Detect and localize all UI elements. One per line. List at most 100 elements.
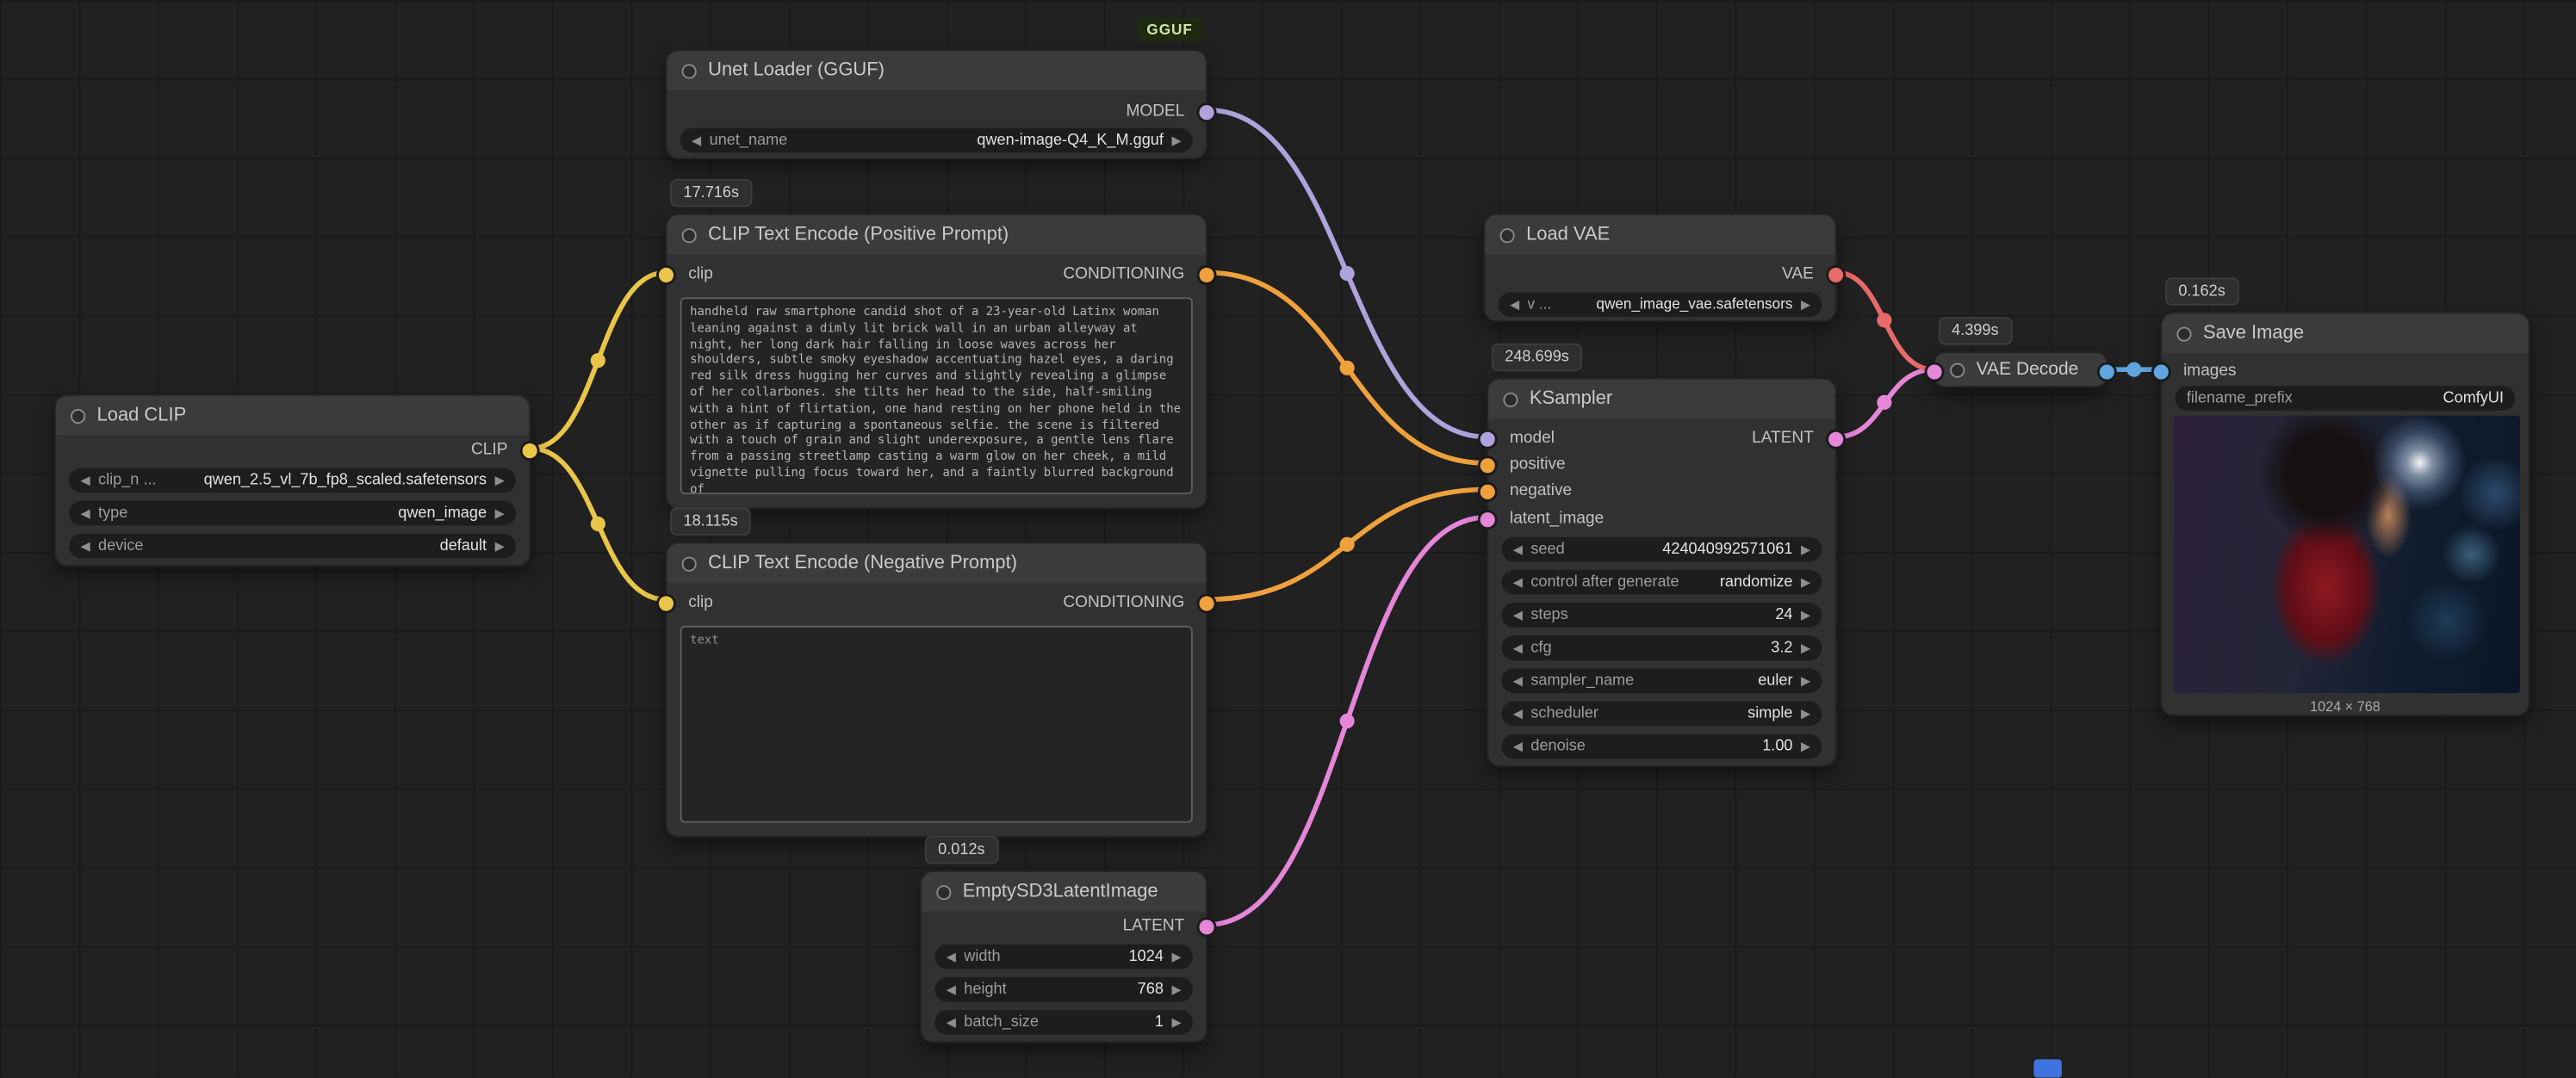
output-image-preview[interactable] bbox=[2174, 416, 2520, 693]
widget-scheduler[interactable]: ◀ scheduler simple ▶ bbox=[1501, 701, 1822, 726]
node-graph-canvas[interactable]: Load CLIP CLIP ◀ clip_n ... qwen_2.5_vl_… bbox=[0, 0, 2576, 1078]
prev-arrow-icon[interactable]: ◀ bbox=[80, 505, 90, 520]
execution-time-badge: 4.399s bbox=[1939, 317, 2012, 344]
negative-prompt-textarea[interactable]: text bbox=[680, 626, 1193, 823]
collapse-dot-icon[interactable] bbox=[71, 408, 85, 423]
next-arrow-icon[interactable]: ▶ bbox=[1801, 607, 1810, 622]
widget-denoise[interactable]: ◀ denoise 1.00 ▶ bbox=[1501, 734, 1822, 759]
collapse-dot-icon[interactable] bbox=[682, 556, 697, 571]
widget-width[interactable]: ◀ width 1024 ▶ bbox=[934, 944, 1192, 969]
node-ksampler[interactable]: 248.699s KSampler model LATENT positive … bbox=[1487, 378, 1836, 767]
widget-unet-name[interactable]: ◀ unet_name qwen-image-Q4_K_M.gguf ▶ bbox=[680, 127, 1193, 152]
next-arrow-icon[interactable]: ▶ bbox=[1171, 982, 1181, 996]
output-slot-label: CONDITIONING bbox=[1063, 265, 1184, 283]
prev-arrow-icon[interactable]: ◀ bbox=[1513, 574, 1523, 589]
input-slot-clip[interactable] bbox=[659, 595, 673, 610]
positive-prompt-textarea[interactable]: handheld raw smartphone candid shot of a… bbox=[680, 297, 1193, 494]
node-load-vae[interactable]: Load VAE VAE ◀ v ... qwen_image_vae.safe… bbox=[1483, 214, 1836, 322]
node-empty-sd3-latent-image[interactable]: 0.012s EmptySD3LatentImage LATENT ◀ widt… bbox=[920, 870, 1207, 1043]
widget-device[interactable]: ◀ device default ▶ bbox=[69, 533, 516, 558]
output-slot-conditioning[interactable] bbox=[1199, 267, 1214, 282]
prev-arrow-icon[interactable]: ◀ bbox=[1513, 607, 1523, 622]
prev-arrow-icon[interactable]: ◀ bbox=[692, 133, 701, 147]
output-slot-vae[interactable] bbox=[1828, 267, 1843, 282]
widget-cfg[interactable]: ◀ cfg 3.2 ▶ bbox=[1501, 635, 1822, 660]
prev-arrow-icon[interactable]: ◀ bbox=[1513, 542, 1523, 556]
widget-control-after-generate[interactable]: ◀ control after generate randomize ▶ bbox=[1501, 569, 1822, 594]
prev-arrow-icon[interactable]: ◀ bbox=[947, 1014, 956, 1029]
output-slot-model[interactable] bbox=[1199, 104, 1214, 119]
prev-arrow-icon[interactable]: ◀ bbox=[1513, 672, 1523, 687]
node-titlebar[interactable]: CLIP Text Encode (Positive Prompt) bbox=[667, 215, 1206, 255]
prev-arrow-icon[interactable]: ◀ bbox=[80, 472, 90, 486]
collapse-dot-icon[interactable] bbox=[1500, 227, 1515, 242]
next-arrow-icon[interactable]: ▶ bbox=[1801, 672, 1810, 687]
output-slot-latent[interactable] bbox=[1199, 919, 1214, 933]
node-titlebar[interactable]: Load CLIP bbox=[56, 396, 529, 436]
prev-arrow-icon[interactable]: ◀ bbox=[947, 949, 956, 963]
collapse-dot-icon[interactable] bbox=[682, 63, 697, 77]
node-titlebar[interactable]: EmptySD3LatentImage bbox=[922, 872, 1206, 912]
next-arrow-icon[interactable]: ▶ bbox=[1801, 705, 1810, 720]
input-slot-model[interactable] bbox=[1480, 431, 1495, 446]
input-slot-negative[interactable] bbox=[1480, 484, 1495, 499]
widget-label: type bbox=[98, 504, 127, 522]
widget-clip-name[interactable]: ◀ clip_n ... qwen_2.5_vl_7b_fp8_scaled.s… bbox=[69, 468, 516, 493]
node-title: Save Image bbox=[2203, 324, 2304, 344]
input-slot-images[interactable] bbox=[2154, 364, 2169, 379]
widget-vae-name[interactable]: ◀ v ... qwen_image_vae.safetensors ▶ bbox=[1499, 292, 1822, 317]
prev-arrow-icon[interactable]: ◀ bbox=[947, 982, 956, 996]
prev-arrow-icon[interactable]: ◀ bbox=[1513, 705, 1523, 720]
next-arrow-icon[interactable]: ▶ bbox=[1801, 542, 1810, 556]
execution-time-badge: 18.115s bbox=[670, 507, 751, 535]
collapse-dot-icon[interactable] bbox=[1950, 362, 1965, 377]
collapse-dot-icon[interactable] bbox=[1503, 392, 1518, 406]
output-slot-conditioning[interactable] bbox=[1199, 595, 1214, 610]
next-arrow-icon[interactable]: ▶ bbox=[495, 472, 505, 486]
next-arrow-icon[interactable]: ▶ bbox=[1171, 133, 1181, 147]
collapse-dot-icon[interactable] bbox=[2176, 326, 2191, 341]
node-clip-text-encode-positive[interactable]: 17.716s CLIP Text Encode (Positive Promp… bbox=[666, 214, 1207, 509]
node-titlebar[interactable]: Load VAE bbox=[1485, 215, 1834, 255]
widget-steps[interactable]: ◀ steps 24 ▶ bbox=[1501, 602, 1822, 627]
input-slot-clip[interactable] bbox=[659, 267, 673, 282]
next-arrow-icon[interactable]: ▶ bbox=[1801, 738, 1810, 753]
widget-filename-prefix[interactable]: filename_prefix ComfyUI bbox=[2176, 385, 2516, 410]
next-arrow-icon[interactable]: ▶ bbox=[1801, 296, 1810, 311]
node-titlebar[interactable]: Save Image bbox=[2162, 313, 2528, 353]
node-save-image[interactable]: 0.162s Save Image images filename_prefix… bbox=[2160, 312, 2529, 716]
next-arrow-icon[interactable]: ▶ bbox=[495, 538, 505, 553]
widget-label: cfg bbox=[1530, 638, 1551, 656]
next-arrow-icon[interactable]: ▶ bbox=[1801, 640, 1810, 654]
widget-seed[interactable]: ◀ seed 424040992571061 ▶ bbox=[1501, 536, 1822, 561]
input-slot-label: clip bbox=[688, 594, 713, 612]
collapsed-input-slot[interactable] bbox=[1927, 364, 1941, 379]
node-titlebar[interactable]: CLIP Text Encode (Negative Prompt) bbox=[667, 543, 1206, 583]
next-arrow-icon[interactable]: ▶ bbox=[1171, 949, 1181, 963]
input-slot-positive[interactable] bbox=[1480, 457, 1495, 472]
prev-arrow-icon[interactable]: ◀ bbox=[1513, 738, 1523, 753]
collapse-dot-icon[interactable] bbox=[682, 227, 697, 242]
input-slot-latent-image[interactable] bbox=[1480, 511, 1495, 526]
next-arrow-icon[interactable]: ▶ bbox=[1801, 574, 1810, 589]
widget-type[interactable]: ◀ type qwen_image ▶ bbox=[69, 500, 516, 525]
prev-arrow-icon[interactable]: ◀ bbox=[80, 538, 90, 553]
next-arrow-icon[interactable]: ▶ bbox=[495, 505, 505, 520]
output-slot-image[interactable] bbox=[2100, 364, 2114, 379]
output-slot-clip[interactable] bbox=[523, 443, 537, 457]
node-load-clip[interactable]: Load CLIP CLIP ◀ clip_n ... qwen_2.5_vl_… bbox=[54, 394, 531, 567]
node-clip-text-encode-negative[interactable]: 18.115s CLIP Text Encode (Negative Promp… bbox=[666, 542, 1207, 837]
node-titlebar[interactable]: Unet Loader (GGUF) bbox=[667, 51, 1206, 90]
next-arrow-icon[interactable]: ▶ bbox=[1171, 1014, 1181, 1029]
collapse-dot-icon[interactable] bbox=[936, 884, 951, 899]
node-unet-loader-gguf[interactable]: GGUF Unet Loader (GGUF) MODEL ◀ unet_nam… bbox=[666, 49, 1207, 159]
widget-sampler-name[interactable]: ◀ sampler_name euler ▶ bbox=[1501, 667, 1822, 692]
node-vae-decode[interactable]: 4.399s VAE Decode bbox=[1934, 351, 2107, 387]
prev-arrow-icon[interactable]: ◀ bbox=[1513, 640, 1523, 654]
widget-batch-size[interactable]: ◀ batch_size 1 ▶ bbox=[934, 1009, 1192, 1034]
node-titlebar[interactable]: KSampler bbox=[1488, 380, 1834, 419]
output-slot-latent[interactable] bbox=[1828, 431, 1843, 446]
widget-height[interactable]: ◀ height 768 ▶ bbox=[934, 976, 1192, 1001]
minimized-blue-node[interactable] bbox=[2033, 1059, 2061, 1077]
prev-arrow-icon[interactable]: ◀ bbox=[1510, 296, 1519, 311]
